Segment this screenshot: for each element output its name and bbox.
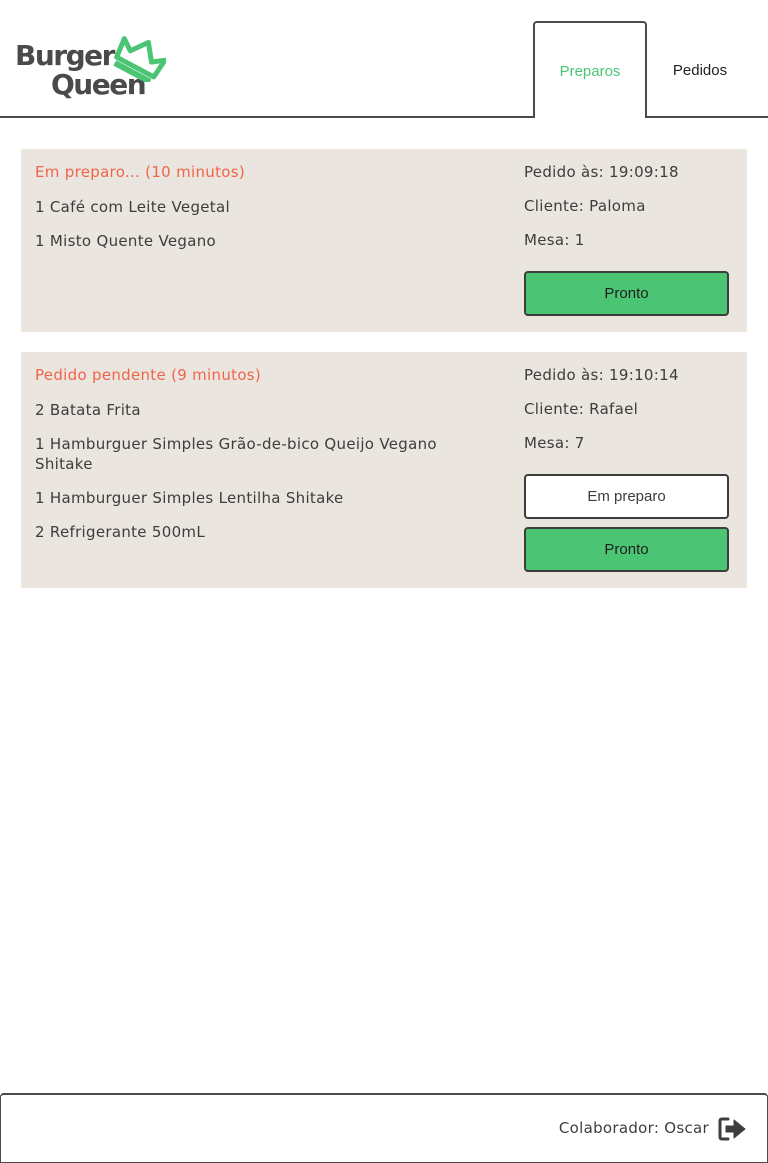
order-item: 1 Café com Leite Vegetal	[35, 198, 230, 216]
burger-queen-logo: Burger Queen	[14, 34, 166, 104]
crown-icon	[113, 36, 166, 82]
sign-out-icon[interactable]	[717, 1116, 747, 1142]
ready-button[interactable]: Pronto	[524, 271, 729, 316]
order-time: Pedido às: 19:09:18	[524, 163, 679, 181]
order-item: 1 Hamburguer Simples Grão-de-bico Queijo…	[35, 435, 437, 473]
order-item: 2 Batata Frita	[35, 401, 141, 419]
collaborator-name: Colaborador: Oscar	[558, 1119, 709, 1137]
order-time: Pedido às: 19:10:14	[524, 366, 679, 384]
order-item: 1 Misto Quente Vegano	[35, 232, 217, 250]
tab-pedidos[interactable]: Pedidos	[645, 21, 755, 118]
in-progress-button[interactable]: Em preparo	[524, 474, 729, 519]
order-card: Pedido pendente (9 minutos) 2 Batata Fri…	[21, 352, 747, 588]
order-status: Em preparo... (10 minutos)	[35, 163, 246, 181]
order-item: 2 Refrigerante 500mL	[35, 523, 205, 541]
order-card: Em preparo... (10 minutos) 1 Café com Le…	[21, 149, 747, 332]
order-items: Pedido pendente (9 minutos) 2 Batata Fri…	[35, 366, 475, 556]
order-client: Cliente: Paloma	[524, 197, 646, 215]
logo-word-burger: Burger	[15, 39, 115, 72]
order-status: Pedido pendente (9 minutos)	[35, 366, 262, 384]
tab-preparos-label: Preparos	[559, 63, 621, 80]
tab-pedidos-label: Pedidos	[672, 62, 728, 79]
app-footer: Colaborador: Oscar	[0, 1093, 768, 1163]
order-table: Mesa: 7	[524, 434, 585, 452]
header-divider	[0, 116, 768, 118]
app-header: Burger Queen Preparos Pedidos	[0, 0, 768, 118]
tab-preparos[interactable]: Preparos	[533, 21, 647, 118]
order-table: Mesa: 1	[524, 231, 585, 249]
order-info: Pedido às: 19:09:18 Cliente: Paloma Mesa…	[524, 163, 729, 316]
order-items: Em preparo... (10 minutos) 1 Café com Le…	[35, 163, 475, 265]
order-info: Pedido às: 19:10:14 Cliente: Rafael Mesa…	[524, 366, 729, 572]
order-item: 1 Hamburguer Simples Lentilha Shitake	[35, 489, 344, 507]
order-client: Cliente: Rafael	[524, 400, 639, 418]
ready-button[interactable]: Pronto	[524, 527, 729, 572]
